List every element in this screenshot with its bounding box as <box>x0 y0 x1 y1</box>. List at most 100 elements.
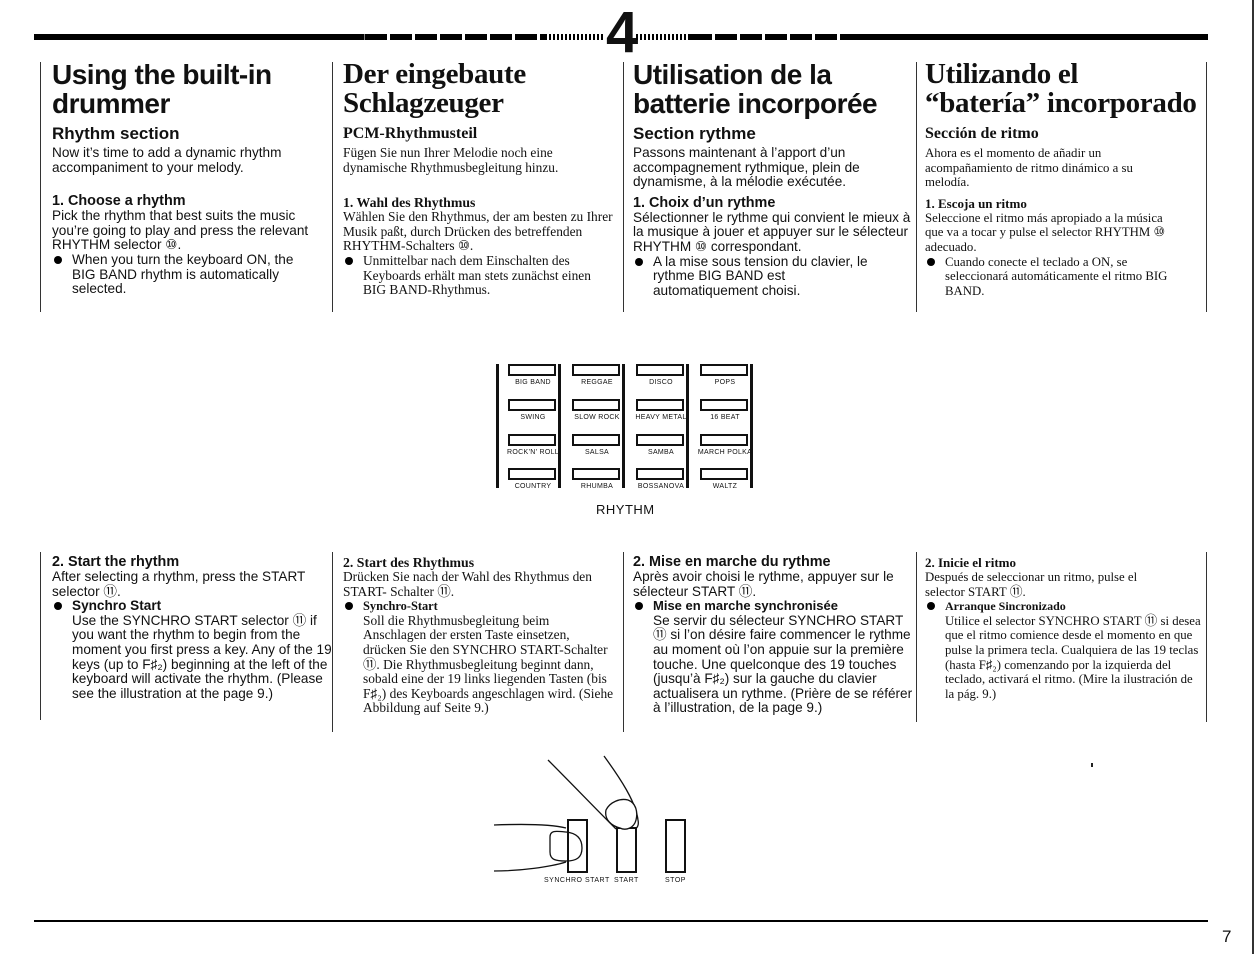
subtitle-de: PCM-Rhythmusteil <box>343 125 478 142</box>
rhythm-label: DISCO <box>649 379 673 386</box>
section-es-bottom: 2. Inicie el ritmo Después de selecciona… <box>925 555 1201 701</box>
label-start: START <box>614 877 639 884</box>
rhythm-button-swing[interactable]: SWING <box>502 399 564 433</box>
rhythm-label: RHUMBA <box>580 483 614 490</box>
step1-body-fr: Sélectionner le rythme qui convient le m… <box>633 209 911 254</box>
step1-body-en: Pick the rhythm that best suits the musi… <box>52 208 309 253</box>
step2-heading-fr: 2. Mise en marche du rythme <box>633 554 831 570</box>
selector-key[interactable] <box>700 399 748 411</box>
bullet-text-de: Unmittelbar nach dem Einschalten des Key… <box>363 252 591 298</box>
rhythm-button-16-beat[interactable]: 16 BEAT <box>694 399 756 433</box>
synchro-body-fr: Se servir du sélecteur SYNCHRO START ⑪ s… <box>653 612 913 716</box>
rhythm-button-pops[interactable]: POPS <box>694 364 756 398</box>
stop-key-icon <box>665 819 686 873</box>
rhythm-label: SALSA <box>584 449 610 456</box>
step2-heading-de: 2. Start des Rhythmus <box>343 555 475 570</box>
step2-body-de: Drücken Sie nach der Wahl des Rhythmus d… <box>343 569 592 599</box>
selector-key[interactable] <box>508 399 556 411</box>
step2-heading-en: 2. Start the rhythm <box>52 554 180 570</box>
synchro-bullet-fr: Mise en marche synchronisée Se servir du… <box>633 599 912 716</box>
bullet-text-en: When you turn the keyboard ON, the BIG B… <box>72 251 294 297</box>
rhythm-label: 16 BEAT <box>710 414 740 421</box>
selector-key[interactable] <box>508 468 556 480</box>
footer-rule <box>34 920 1208 922</box>
selector-key[interactable] <box>636 434 684 446</box>
rhythm-button-samba[interactable]: SAMBA <box>630 434 692 468</box>
page-number: 7 <box>1222 927 1232 946</box>
section-de-top: Der eingebaute Schlagzeuger PCM-Rhythmus… <box>343 60 615 298</box>
selector-key[interactable] <box>572 468 620 480</box>
rhythm-button-march-polka[interactable]: MARCH POLKA <box>694 434 756 468</box>
header-dash-right-fine <box>636 34 696 40</box>
rhythm-label: BOSSANOVA <box>637 483 685 490</box>
column-rule <box>40 552 41 720</box>
rhythm-button-slow-rock[interactable]: SLOW ROCK <box>566 399 628 433</box>
bullet-de: Unmittelbar nach dem Einschalten des Key… <box>343 252 615 298</box>
header-dash-right <box>690 34 850 40</box>
subtitle-fr: Section rythme <box>633 124 756 143</box>
bullet-en: When you turn the keyboard ON, the BIG B… <box>52 251 332 297</box>
title-fr: Utilisation de la batterie incorporée <box>633 59 878 119</box>
synchro-body-en: Use the SYNCHRO START selector ⑪ if you … <box>72 612 332 701</box>
intro-de: Fügen Sie nun Ihrer Melodie noch eine dy… <box>343 145 559 175</box>
synchro-title-de: Synchro-Start <box>363 599 438 614</box>
bullet-fr: A la mise sous tension du clavier, le ry… <box>633 254 911 299</box>
column-rule <box>40 62 41 312</box>
step1-heading-en: 1. Choose a rhythm <box>52 193 186 210</box>
intro-fr: Passons maintenant à l’apport d’un accom… <box>633 145 860 190</box>
synchro-bullet-es: Arranque Sincronizado Utilice el selecto… <box>925 599 1201 701</box>
rhythm-button-salsa[interactable]: SALSA <box>566 434 628 468</box>
rhythm-button-bossanova[interactable]: BOSSANOVA <box>630 468 692 502</box>
rhythm-button-rhumba[interactable]: RHUMBA <box>566 468 628 502</box>
rhythm-button-disco[interactable]: DISCO <box>630 364 692 398</box>
selector-key[interactable] <box>636 468 684 480</box>
column-rule <box>332 62 333 312</box>
step2-heading-es: 2. Inicie el ritmo <box>925 555 1016 570</box>
bullet-dot-icon <box>927 602 935 611</box>
rhythm-button-reggae[interactable]: REGGAE <box>566 364 628 398</box>
synchro-start-illustration <box>493 755 686 873</box>
rhythm-label: BIG BAND <box>515 379 551 386</box>
bullet-dot-icon <box>54 602 62 611</box>
selector-key[interactable] <box>700 434 748 446</box>
column-rule <box>916 552 917 722</box>
column-rule <box>623 62 624 312</box>
rhythm-label: WALTZ <box>712 483 738 490</box>
rhythm-button-waltz[interactable]: WALTZ <box>694 468 756 502</box>
selector-key[interactable] <box>508 434 556 446</box>
synchro-title-en: Synchro Start <box>72 598 162 614</box>
bullet-text-es: Cuando conecte el teclado a ON, se selec… <box>945 254 1168 298</box>
start-key-icon <box>616 827 637 873</box>
rhythm-label: POPS <box>714 379 736 386</box>
title-de: Der eingebaute Schlagzeuger <box>343 58 526 119</box>
selector-key[interactable] <box>572 364 620 376</box>
step1-heading-fr: 1. Choix d’un rythme <box>633 194 776 211</box>
rhythm-button-country[interactable]: COUNTRY <box>502 468 564 502</box>
rhythm-button-rock-n-roll[interactable]: ROCK’N’ ROLL <box>502 434 564 468</box>
selector-key[interactable] <box>700 468 748 480</box>
rhythm-label: SLOW ROCK <box>574 414 620 421</box>
rhythm-label: ROCK’N’ ROLL <box>507 449 559 456</box>
rhythm-button-big-band[interactable]: BIG BAND <box>502 364 564 398</box>
print-speck <box>1091 763 1093 767</box>
section-en-top: Using the built-in drummer Rhythm sectio… <box>52 60 332 297</box>
header-rule-right <box>850 34 1208 40</box>
chapter-number: 4 <box>606 0 638 65</box>
header-dash-left-fine <box>545 34 605 40</box>
column-rule <box>623 552 624 732</box>
selector-key[interactable] <box>700 364 748 376</box>
synchro-title-es: Arranque Sincronizado <box>945 599 1066 614</box>
rhythm-button-heavy-metal[interactable]: HEAVY METAL <box>630 399 692 433</box>
selector-key[interactable] <box>572 434 620 446</box>
bullet-dot-icon <box>635 602 643 611</box>
selector-key[interactable] <box>572 399 620 411</box>
synchro-body-de: Soll die Rhythmusbegleitung beim Anschla… <box>363 612 614 716</box>
selector-key[interactable] <box>636 364 684 376</box>
synchro-body-es: Utilice el selector SYNCHRO START ⑪ si d… <box>945 613 1201 701</box>
rhythm-label: REGGAE <box>581 379 613 386</box>
selector-key[interactable] <box>508 364 556 376</box>
section-es-top: Utilizando el “batería” incorporado Secc… <box>925 60 1197 298</box>
selector-key[interactable] <box>636 399 684 411</box>
column-rule <box>1206 62 1207 312</box>
rhythm-label: COUNTRY <box>514 483 552 490</box>
